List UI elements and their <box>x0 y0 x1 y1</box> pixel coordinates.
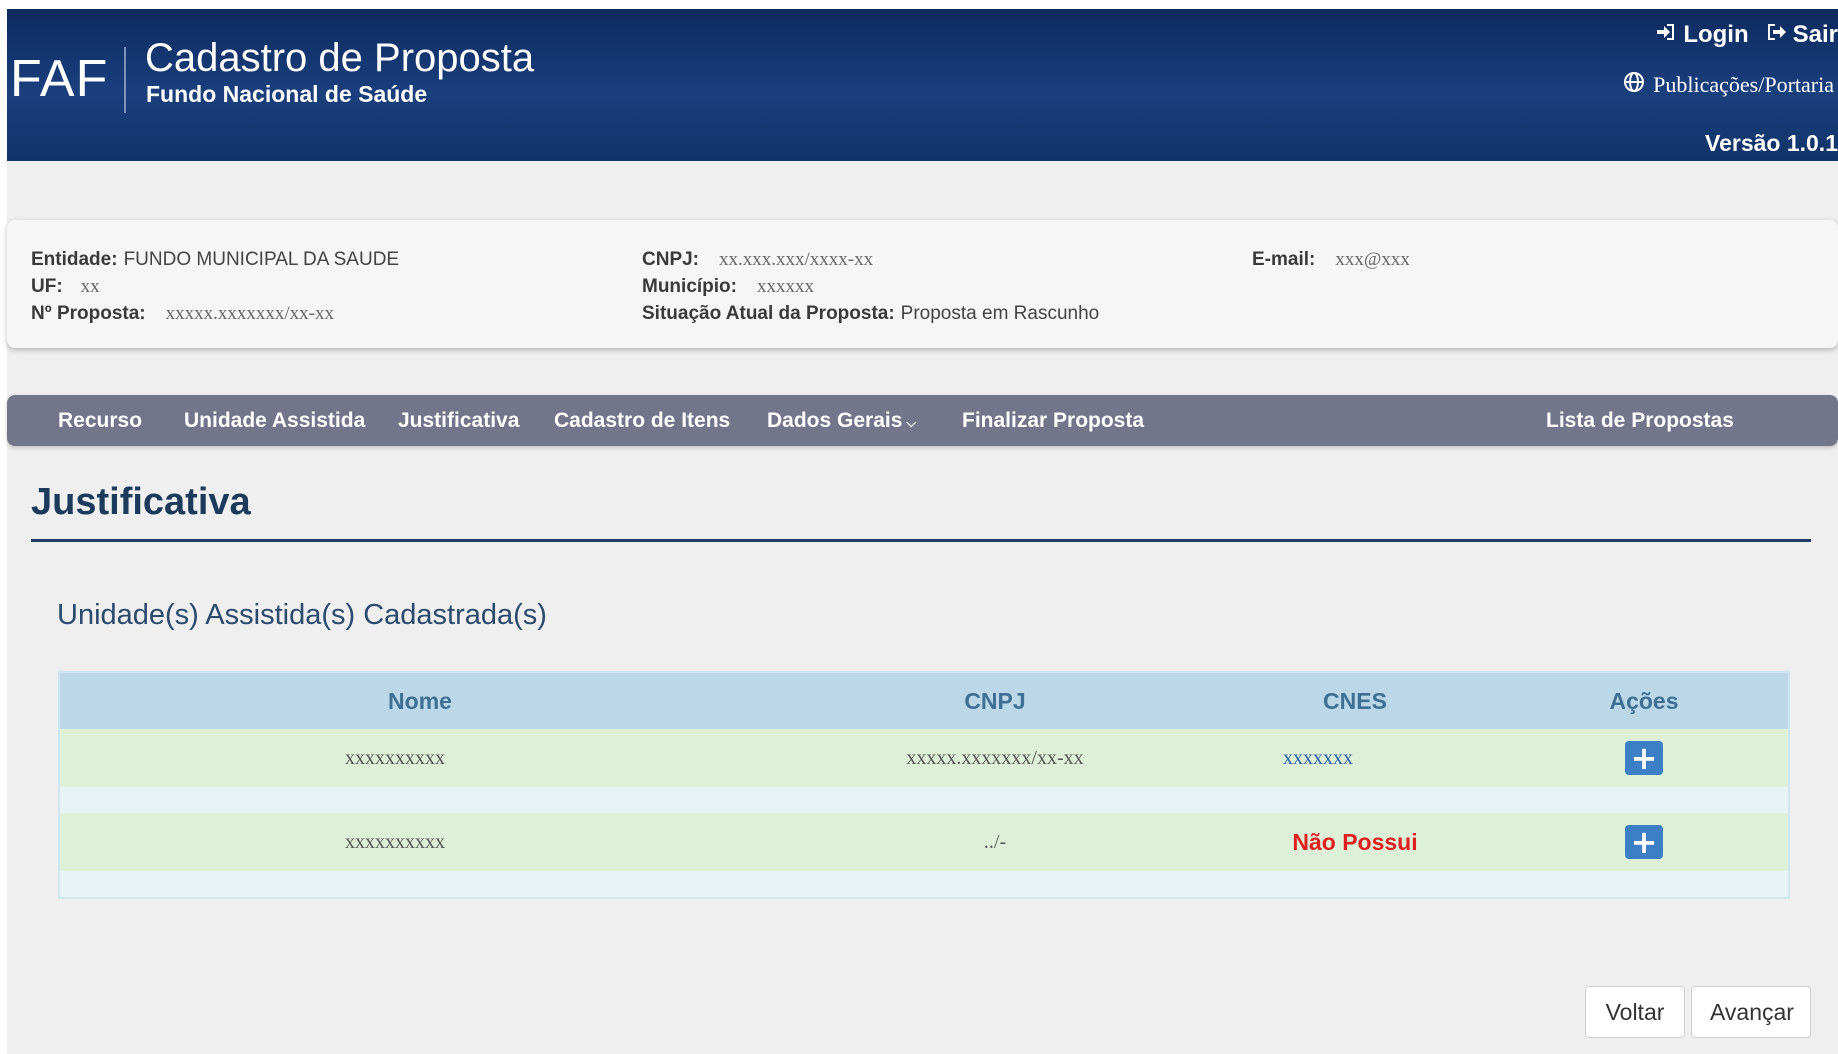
nav-justificativa[interactable]: Justificativa <box>398 395 519 446</box>
logo-divider <box>124 47 126 113</box>
status-label: Situação Atual da Proposta: <box>642 303 895 324</box>
app-title: Cadastro de Proposta <box>145 36 535 80</box>
app-logo: FAF <box>10 50 109 108</box>
city-value: xxxxxx <box>756 276 814 297</box>
cell-cnes: Não Possui <box>1210 813 1500 871</box>
proposal-nav: Recurso Unidade Assistida Justificativa … <box>7 395 1838 446</box>
nav-dados-gerais[interactable]: Dados Gerais ⌵ <box>767 395 916 446</box>
spacer-cell <box>59 871 1789 898</box>
cnes-not-available: Não Possui <box>1292 828 1418 855</box>
login-link[interactable]: Login <box>1655 21 1749 49</box>
table-row: xxxxxxxxxx xxxxx.xxxxxxx/xx-xx xxxxxxx + <box>59 729 1789 787</box>
uf-value: xx <box>80 276 100 297</box>
spacer-cell <box>59 787 1789 813</box>
login-icon <box>1655 21 1677 49</box>
email-label: E-mail: <box>1252 249 1316 270</box>
add-justification-button[interactable]: + <box>1625 825 1663 859</box>
nav-dados-gerais-label: Dados Gerais <box>767 409 903 432</box>
publications-link[interactable]: Publicações/Portaria <box>1623 71 1834 99</box>
cell-cnes: xxxxxxx <box>1210 729 1500 787</box>
info-column-entity: Entidade: FUNDO MUNICIPAL DA SAUDE UF: xx … <box>31 246 399 327</box>
column-header-nome: Nome <box>59 672 780 729</box>
logout-link[interactable]: Sair <box>1765 21 1838 49</box>
cell-cnpj: ../- <box>780 813 1210 871</box>
table-row-spacer <box>59 871 1789 898</box>
version-label: Versão 1.0.1 <box>1705 130 1838 156</box>
chevron-down-icon: ⌵ <box>906 415 917 430</box>
proposal-info-panel: Entidade: FUNDO MUNICIPAL DA SAUDE UF: xx … <box>7 220 1838 348</box>
uf-label: UF: <box>31 276 63 297</box>
assisted-units-table: Nome CNPJ CNES Ações xxxxxxxxxx xxxxx.xx… <box>58 671 1790 899</box>
top-links: Login Sair <box>1655 21 1838 49</box>
entity-label: Entidade: <box>31 249 118 270</box>
logout-icon <box>1765 21 1787 49</box>
nav-recurso[interactable]: Recurso <box>58 395 142 446</box>
column-header-cnes: CNES <box>1210 672 1500 729</box>
cell-actions: + <box>1500 813 1789 871</box>
email-value: xxx@xxx <box>1335 249 1410 270</box>
info-column-cnpj: CNPJ: xx.xxx.xxx/xxxx-xx Município: xxxxxx… <box>642 246 1099 327</box>
column-header-cnpj: CNPJ <box>780 672 1210 729</box>
next-button[interactable]: Avançar <box>1691 986 1811 1038</box>
proposal-number-value: xxxxx.xxxxxxx/xx-xx <box>165 303 334 324</box>
nav-finalizar-proposta[interactable]: Finalizar Proposta <box>962 395 1144 446</box>
plus-icon: + <box>1630 739 1658 777</box>
logout-label: Sair <box>1792 21 1838 48</box>
add-justification-button[interactable]: + <box>1625 741 1663 775</box>
column-header-acoes: Ações <box>1500 672 1789 729</box>
table-row-spacer <box>59 787 1789 813</box>
cell-nome: xxxxxxxxxx <box>59 729 780 787</box>
back-button[interactable]: Voltar <box>1585 986 1685 1038</box>
page-title: Justificativa <box>31 481 251 523</box>
login-label: Login <box>1683 21 1749 48</box>
entity-value: FUNDO MUNICIPAL DA SAUDE <box>123 249 400 270</box>
publications-label: Publicações/Portaria <box>1653 72 1834 97</box>
nav-lista-propostas[interactable]: Lista de Propostas <box>1546 395 1734 446</box>
section-title: Unidade(s) Assistida(s) Cadastrada(s) <box>57 599 547 631</box>
title-divider <box>31 539 1811 542</box>
table-header-row: Nome CNPJ CNES Ações <box>59 672 1789 729</box>
cell-cnpj: xxxxx.xxxxxxx/xx-xx <box>780 729 1210 787</box>
city-label: Município: <box>642 276 737 297</box>
nav-unidade-assistida[interactable]: Unidade Assistida <box>184 395 365 446</box>
info-column-email: E-mail: xxx@xxx <box>1252 246 1410 273</box>
nav-cadastro-itens[interactable]: Cadastro de Itens <box>554 395 730 446</box>
cell-actions: + <box>1500 729 1789 787</box>
cnes-link[interactable]: xxxxxxx <box>1283 747 1353 769</box>
cnpj-value: xx.xxx.xxx/xxxx-xx <box>719 249 874 270</box>
cnpj-label: CNPJ: <box>642 249 700 270</box>
table-row: xxxxxxxxxx ../- Não Possui + <box>59 813 1789 871</box>
status-value: Proposta em Rascunho <box>900 303 1100 324</box>
app-subtitle: Fundo Nacional de Saúde <box>146 81 428 107</box>
plus-icon: + <box>1630 823 1658 861</box>
cell-nome: xxxxxxxxxx <box>59 813 780 871</box>
proposal-number-label: Nº Proposta: <box>31 303 146 324</box>
app-frame: FAF Cadastro de Proposta Fundo Nacional … <box>7 9 1838 1054</box>
header: FAF Cadastro de Proposta Fundo Nacional … <box>7 9 1838 161</box>
globe-icon <box>1623 71 1645 99</box>
